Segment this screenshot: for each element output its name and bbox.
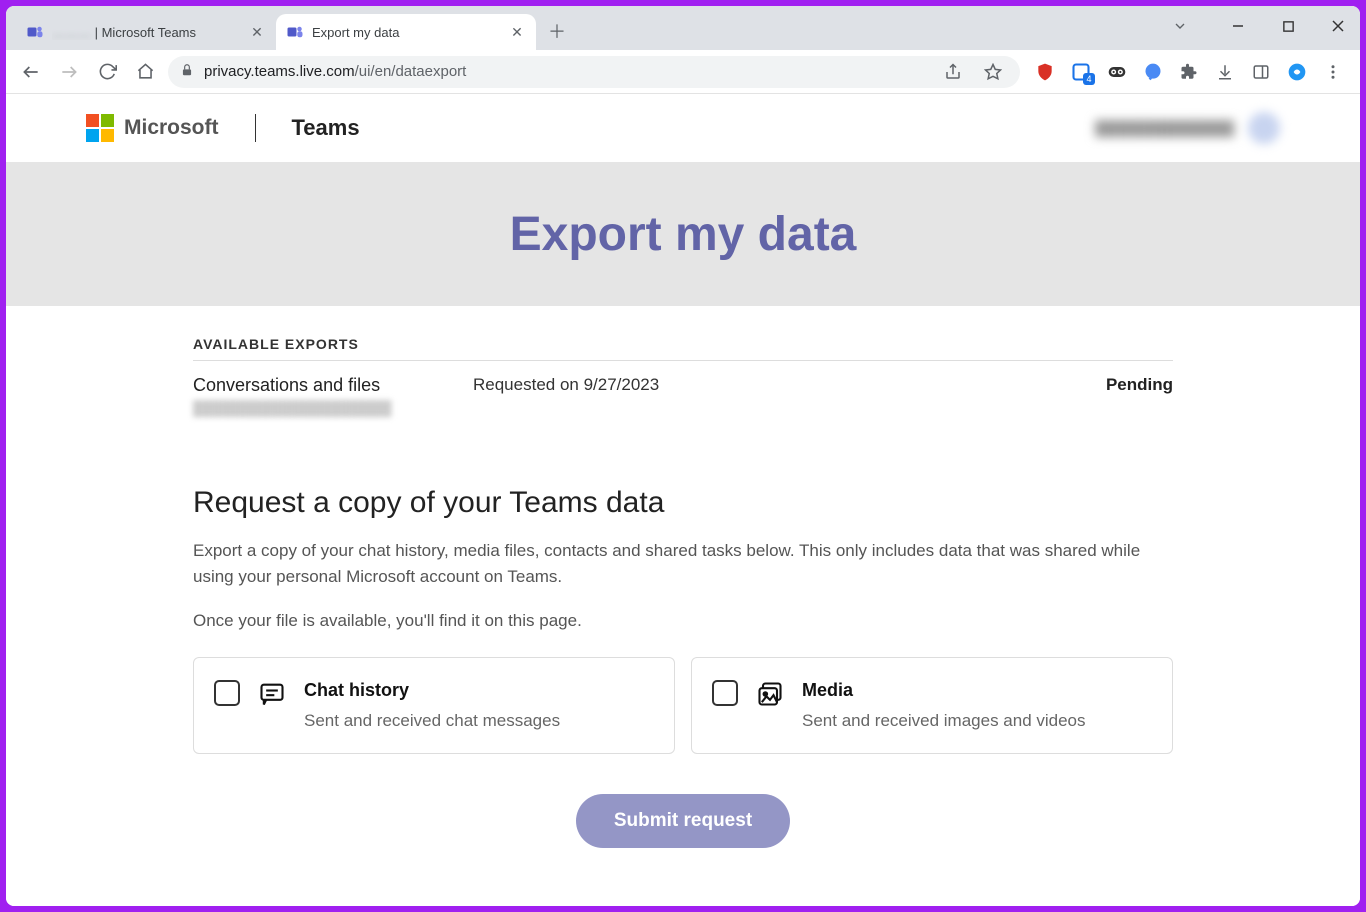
chat-icon — [258, 680, 286, 708]
microsoft-logo[interactable]: Microsoft — [86, 114, 219, 142]
browser-toolbar: privacy.teams.live.com/ui/en/dataexport — [6, 50, 1360, 94]
checkbox[interactable] — [214, 680, 240, 706]
address-bar[interactable]: privacy.teams.live.com/ui/en/dataexport — [168, 56, 1020, 88]
checkbox[interactable] — [712, 680, 738, 706]
tab-title: Export my data — [312, 25, 500, 40]
page-title: Export my data — [510, 207, 857, 262]
tab-strip: ……… | Microsoft Teams ✕ Export my data ✕… — [6, 6, 1360, 50]
microsoft-text: Microsoft — [124, 116, 219, 140]
microsoft-logo-icon — [86, 114, 114, 142]
reload-button[interactable] — [92, 57, 122, 87]
new-tab-button[interactable]: ＋ — [542, 16, 572, 46]
export-name: Conversations and files — [193, 375, 473, 396]
export-item-row: Conversations and files ████████████████… — [193, 361, 1173, 446]
user-info-blurred: ██████████████ — [1095, 112, 1280, 144]
close-icon[interactable]: ✕ — [508, 24, 526, 41]
site-header: Microsoft Teams ██████████████ — [6, 94, 1360, 162]
ublock-icon[interactable] — [1034, 61, 1056, 83]
hero-banner: Export my data — [6, 162, 1360, 306]
menu-icon[interactable] — [1322, 61, 1344, 83]
request-note: Once your file is available, you'll find… — [193, 611, 1173, 631]
option-desc: Sent and received chat messages — [304, 711, 560, 731]
export-subtext-blurred: ████████████████████ — [193, 400, 473, 416]
option-media[interactable]: Media Sent and received images and video… — [691, 657, 1173, 754]
lock-icon — [180, 63, 194, 80]
share-icon[interactable] — [938, 57, 968, 87]
extension-badge-icon[interactable] — [1070, 61, 1092, 83]
close-button[interactable] — [1322, 12, 1354, 40]
minimize-button[interactable] — [1222, 12, 1254, 40]
extensions-puzzle-icon[interactable] — [1178, 61, 1200, 83]
export-status: Pending — [1106, 375, 1173, 395]
teams-icon — [286, 23, 304, 41]
avatar[interactable] — [1248, 112, 1280, 144]
request-title: Request a copy of your Teams data — [193, 486, 1173, 520]
tab-title: ……… | Microsoft Teams — [52, 25, 240, 40]
close-icon[interactable]: ✕ — [248, 24, 266, 41]
tabs-dropdown-icon[interactable] — [1164, 12, 1196, 40]
media-icon — [756, 680, 784, 708]
available-exports-label: AVAILABLE EXPORTS — [193, 336, 1173, 361]
page-viewport[interactable]: Microsoft Teams ██████████████ Export my… — [6, 94, 1360, 906]
submit-request-button[interactable]: Submit request — [576, 794, 790, 848]
option-title: Chat history — [304, 680, 560, 701]
extension-chat-icon[interactable] — [1142, 61, 1164, 83]
url-text: privacy.teams.live.com/ui/en/dataexport — [204, 63, 928, 80]
forward-button[interactable] — [54, 57, 84, 87]
extension-circle-icon[interactable] — [1286, 61, 1308, 83]
export-options: Chat history Sent and received chat mess… — [193, 657, 1173, 754]
extension-icons — [1028, 61, 1350, 83]
tab-export-data[interactable]: Export my data ✕ — [276, 14, 536, 50]
maximize-button[interactable] — [1272, 12, 1304, 40]
downloads-icon[interactable] — [1214, 61, 1236, 83]
sidepanel-icon[interactable] — [1250, 61, 1272, 83]
main-content: AVAILABLE EXPORTS Conversations and file… — [193, 306, 1173, 906]
option-title: Media — [802, 680, 1086, 701]
request-description: Export a copy of your chat history, medi… — [193, 538, 1173, 589]
window-controls — [1164, 12, 1354, 40]
divider — [255, 114, 256, 142]
option-desc: Sent and received images and videos — [802, 711, 1086, 731]
bookmark-star-icon[interactable] — [978, 57, 1008, 87]
teams-icon — [26, 23, 44, 41]
home-button[interactable] — [130, 57, 160, 87]
tab-teams[interactable]: ……… | Microsoft Teams ✕ — [16, 14, 276, 50]
extension-eyes-icon[interactable] — [1106, 61, 1128, 83]
export-requested-date: Requested on 9/27/2023 — [473, 375, 1106, 395]
teams-product: Teams — [292, 115, 360, 141]
browser-window: ……… | Microsoft Teams ✕ Export my data ✕… — [6, 6, 1360, 906]
option-chat-history[interactable]: Chat history Sent and received chat mess… — [193, 657, 675, 754]
back-button[interactable] — [16, 57, 46, 87]
